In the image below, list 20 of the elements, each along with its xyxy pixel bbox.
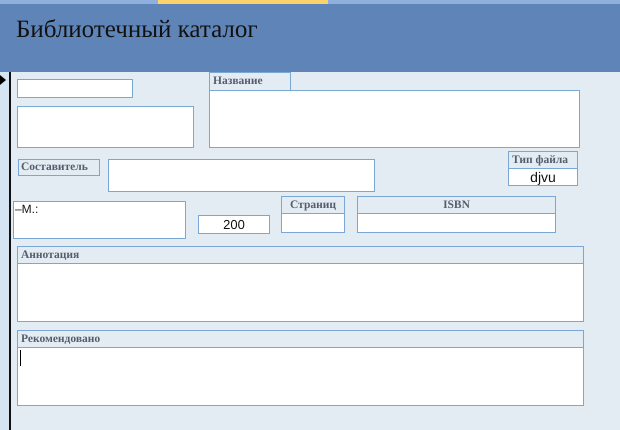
input-field[interactable]: djvu — [508, 169, 578, 186]
text-field[interactable] — [209, 90, 580, 148]
input-field[interactable]: 200 — [198, 215, 270, 234]
field-label: Рекомендовано — [17, 330, 584, 348]
text-field[interactable] — [17, 348, 584, 406]
field-label: Тип файла — [508, 151, 578, 169]
text-field[interactable]: –M.: — [13, 201, 186, 239]
input-field[interactable] — [281, 214, 345, 233]
record-selector[interactable] — [0, 72, 11, 430]
field-label: ISBN — [357, 196, 556, 214]
field-label: Составитель — [18, 159, 100, 176]
field-label: Название — [209, 72, 291, 90]
input-field[interactable] — [108, 159, 375, 192]
field-label: Аннотация — [17, 246, 584, 264]
field-label: Страниц — [281, 196, 345, 214]
text-field[interactable] — [17, 264, 584, 322]
text-field[interactable] — [17, 106, 194, 148]
form-title: Библиотечный каталог — [16, 16, 258, 43]
input-field[interactable] — [17, 79, 133, 98]
input-field[interactable] — [357, 214, 556, 233]
